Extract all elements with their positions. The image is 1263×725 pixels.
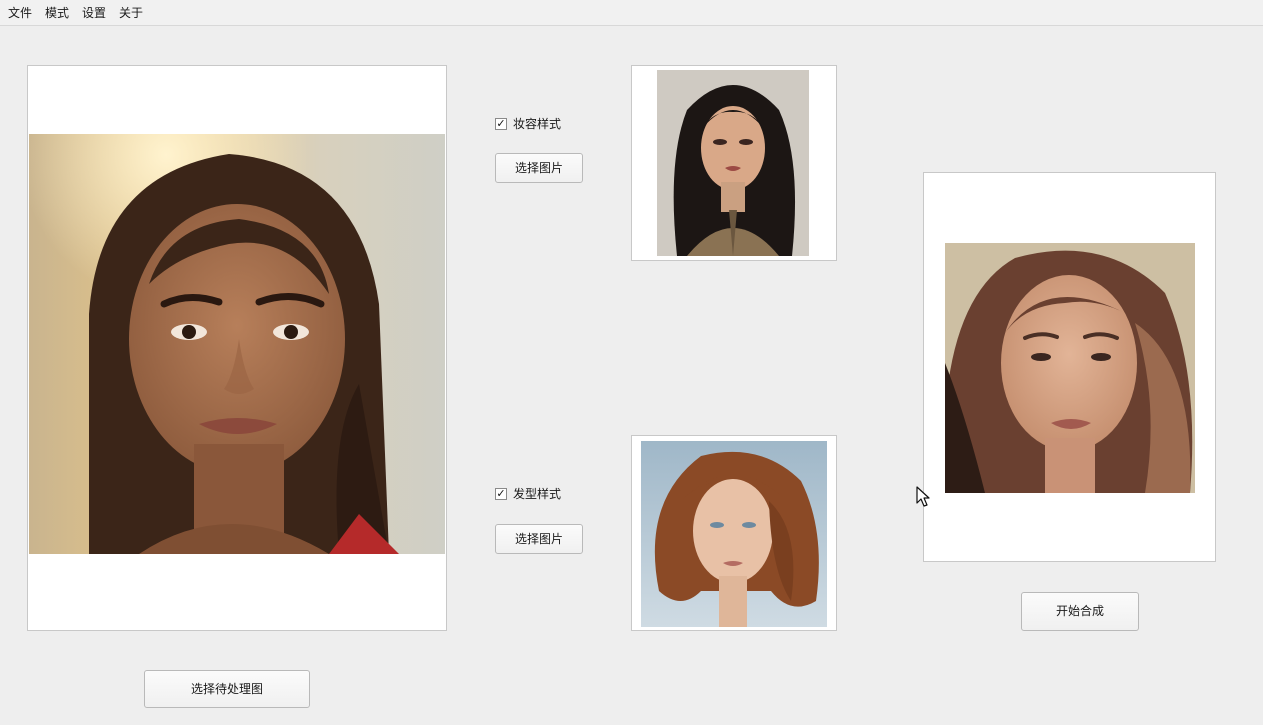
source-image-panel [27,65,447,631]
app-window: 文件 模式 设置 关于 选择待处理图 ✓ 妆容样式 选择图片 ✓ 发型样式 选择… [0,0,1263,725]
menu-bar: 文件 模式 设置 关于 [0,0,1263,26]
select-makeup-image-button[interactable]: 选择图片 [495,153,583,183]
select-hairstyle-image-button[interactable]: 选择图片 [495,524,583,554]
result-image [945,243,1195,493]
start-compose-button[interactable]: 开始合成 [1021,592,1139,631]
menu-settings[interactable]: 设置 [82,5,106,21]
makeup-reference-panel [631,65,837,261]
menu-mode[interactable]: 模式 [45,5,69,21]
hairstyle-checkbox[interactable]: ✓ [495,488,507,500]
makeup-style-checkbox[interactable]: ✓ [495,118,507,130]
menu-file[interactable]: 文件 [8,5,32,21]
hairstyle-reference-image [641,441,827,627]
menu-about[interactable]: 关于 [119,5,143,21]
makeup-style-label: 妆容样式 [513,117,562,131]
select-source-image-button[interactable]: 选择待处理图 [144,670,310,708]
result-panel [923,172,1216,562]
hairstyle-label: 发型样式 [513,487,562,501]
makeup-style-checkbox-row[interactable]: ✓ 妆容样式 [495,117,575,133]
mouse-pointer-icon [916,486,930,507]
source-portrait-image [29,134,445,554]
hairstyle-reference-panel [631,435,837,631]
hairstyle-checkbox-row[interactable]: ✓ 发型样式 [495,487,575,503]
makeup-reference-image [657,70,809,256]
